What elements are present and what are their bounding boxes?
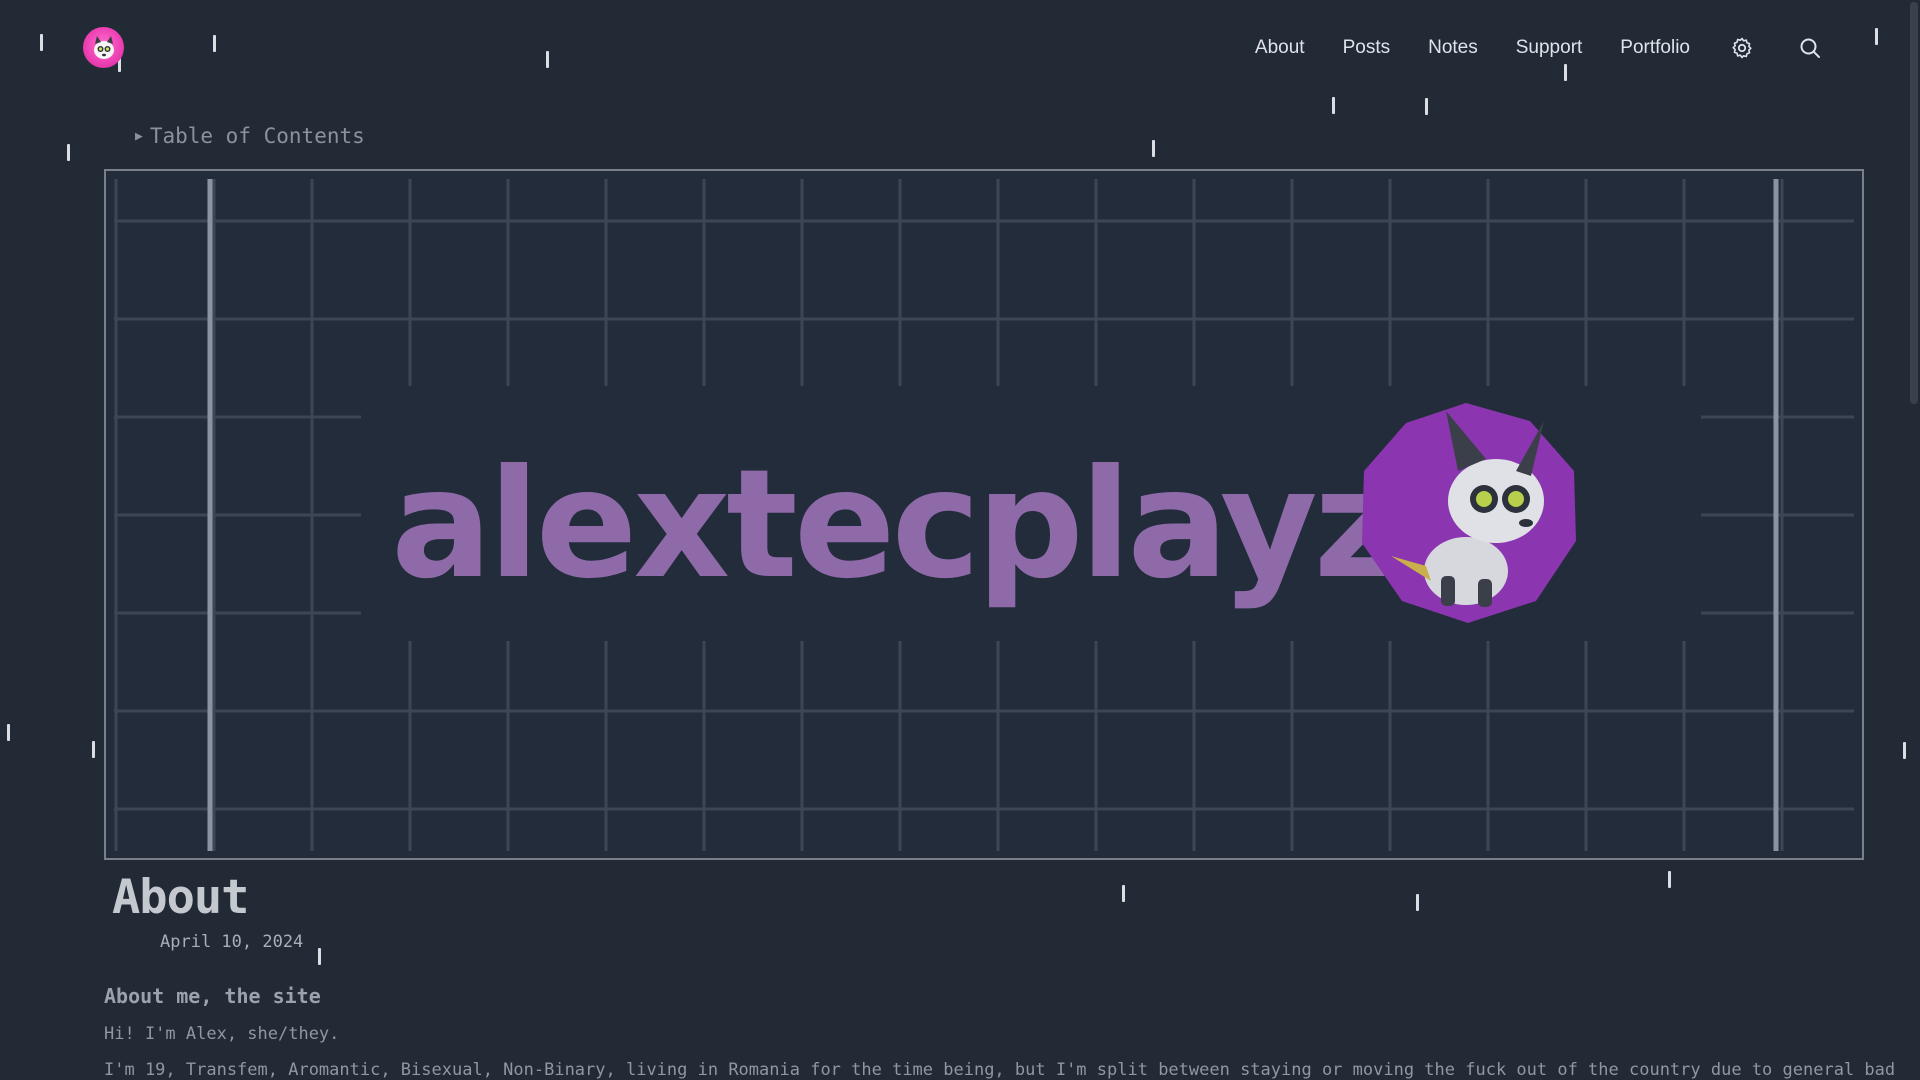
banner-graphic: alextecplayz bbox=[114, 179, 1854, 851]
rain-drop bbox=[1668, 871, 1671, 888]
main-nav: About Posts Notes Support Portfolio bbox=[1217, 34, 1824, 62]
rain-drop bbox=[92, 741, 95, 758]
rain-drop bbox=[1416, 894, 1419, 911]
page-scrollbar[interactable] bbox=[1908, 0, 1920, 1080]
hero-banner: alextecplayz bbox=[104, 169, 1864, 860]
nav-about[interactable]: About bbox=[1255, 34, 1305, 62]
avatar-icon bbox=[93, 35, 114, 59]
rain-drop bbox=[1903, 742, 1906, 759]
site-logo[interactable] bbox=[83, 27, 124, 68]
gear-icon bbox=[1732, 37, 1752, 59]
nav-notes[interactable]: Notes bbox=[1428, 34, 1478, 62]
disclosure-arrow-icon: ▶ bbox=[135, 128, 143, 144]
site-header: About Posts Notes Support Portfolio bbox=[0, 0, 1920, 96]
toc-label: Table of Contents bbox=[149, 124, 365, 148]
nav-posts[interactable]: Posts bbox=[1343, 34, 1391, 62]
settings-button[interactable] bbox=[1728, 34, 1756, 62]
post-date: April 10, 2024 bbox=[160, 932, 304, 952]
rain-drop bbox=[1332, 97, 1335, 114]
paragraph-intro: Hi! I'm Alex, she/they. bbox=[104, 1024, 340, 1044]
rain-drop bbox=[7, 724, 10, 741]
page-title: About bbox=[112, 870, 249, 925]
search-button[interactable] bbox=[1796, 34, 1824, 62]
rain-drop bbox=[1425, 98, 1428, 115]
page: About Posts Notes Support Portfolio ▶ Ta… bbox=[0, 0, 1920, 1080]
nav-portfolio[interactable]: Portfolio bbox=[1620, 34, 1690, 62]
rain-drop bbox=[67, 144, 70, 161]
nav-support[interactable]: Support bbox=[1516, 34, 1583, 62]
search-icon bbox=[1800, 38, 1820, 58]
banner-brand-text: alextecplayz bbox=[391, 438, 1397, 612]
section-heading: About me, the site bbox=[104, 984, 321, 1008]
scrollbar-thumb[interactable] bbox=[1910, 2, 1918, 404]
rain-drop bbox=[318, 948, 321, 965]
rain-drop bbox=[1152, 140, 1155, 157]
paragraph-bio: I'm 19, Transfem, Aromantic, Bisexual, N… bbox=[104, 1060, 1896, 1080]
rain-drop bbox=[1122, 885, 1125, 902]
table-of-contents-toggle[interactable]: ▶ Table of Contents bbox=[135, 124, 365, 148]
